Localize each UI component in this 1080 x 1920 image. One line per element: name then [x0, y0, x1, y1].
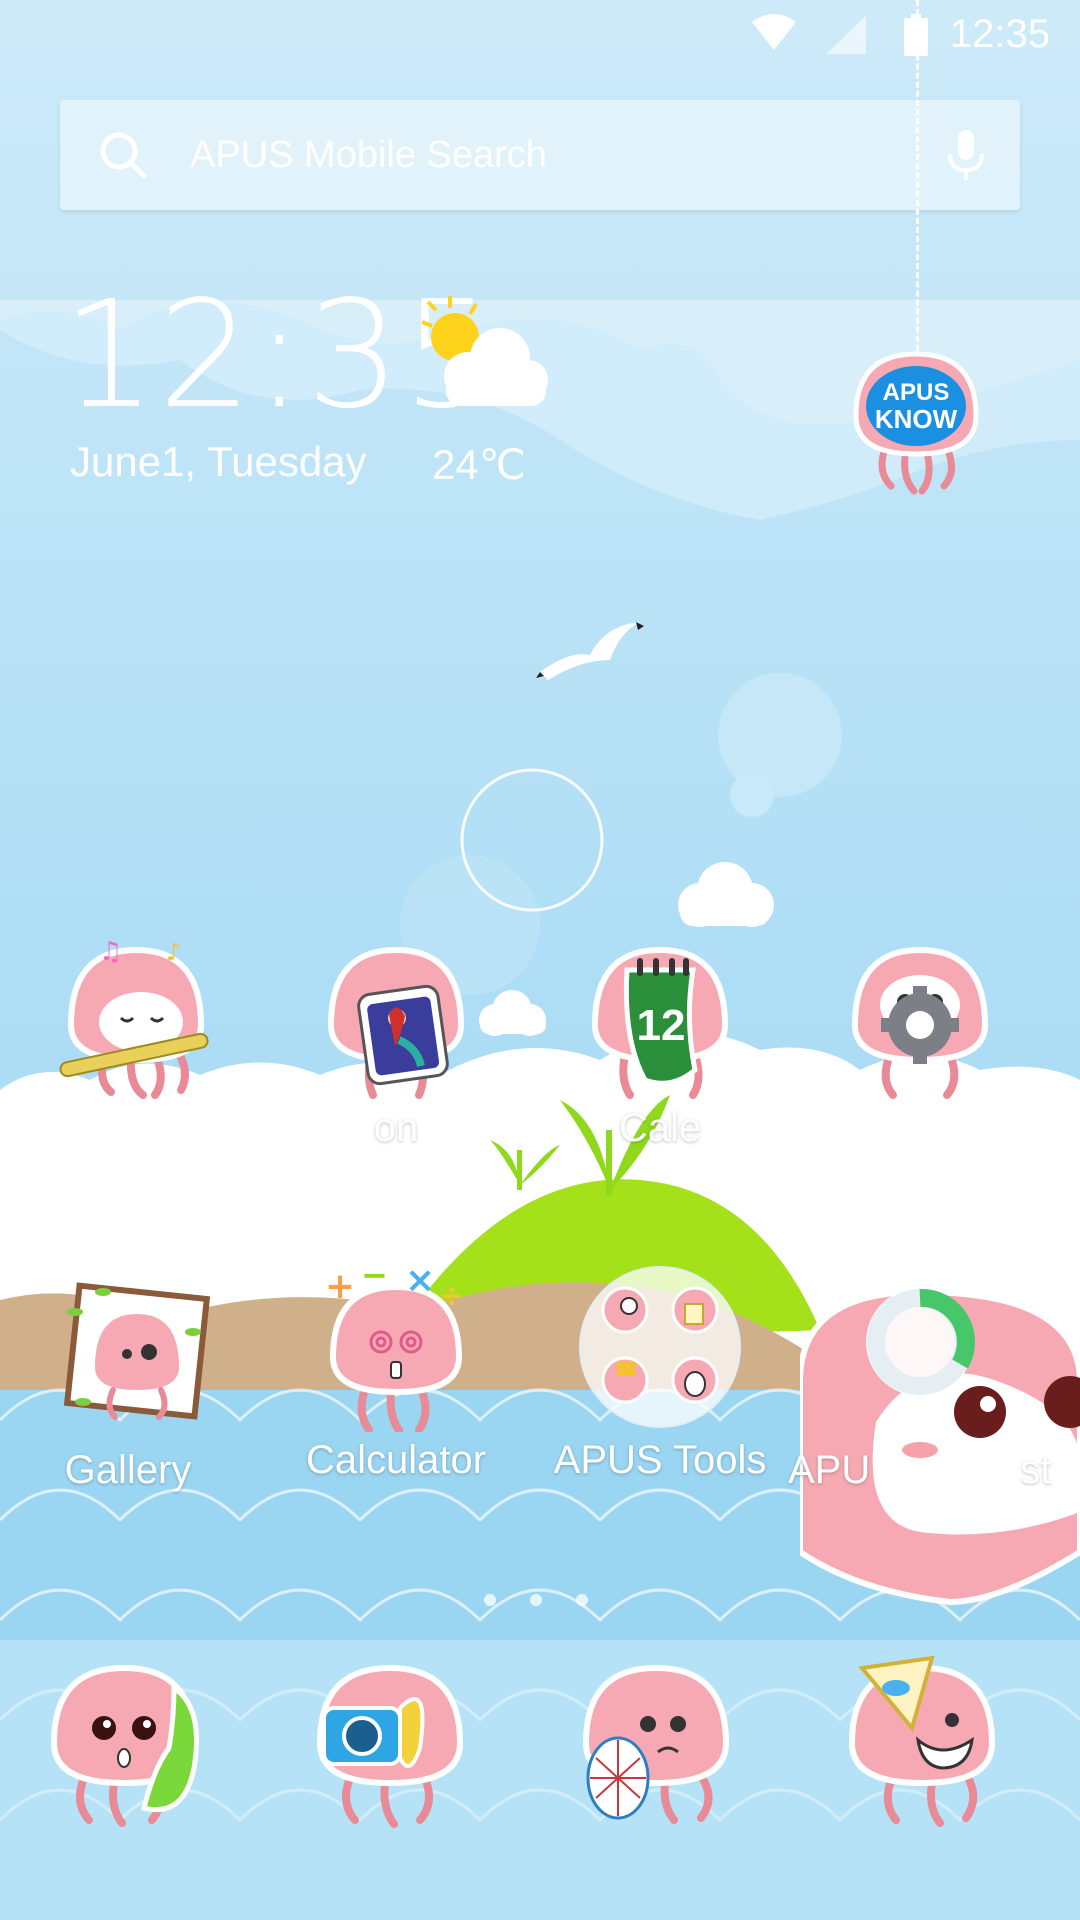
status-time: 12:35: [949, 12, 1050, 56]
icon-pack-label[interactable]: on: [276, 1106, 516, 1151]
apus-tools-label[interactable]: APUS Tools: [540, 1438, 780, 1483]
music-app[interactable]: ♫ ♪: [16, 930, 256, 1160]
search-placeholder[interactable]: APUS Mobile Search: [190, 134, 547, 177]
browser-icon[interactable]: [566, 1664, 746, 1832]
gallery-label[interactable]: Gallery: [8, 1448, 248, 1493]
widget-hang-string: [916, 0, 919, 360]
music-icon[interactable]: ♫ ♪: [51, 930, 221, 1105]
apus-booster-app[interactable]: APU st: [788, 1272, 1080, 1606]
wifi-icon: [752, 14, 796, 57]
booster-label[interactable]: APU st: [776, 1448, 1051, 1493]
partly-cloudy-icon[interactable]: [410, 292, 550, 417]
svg-text:×: ×: [405, 1262, 435, 1301]
svg-text:♪: ♪: [166, 938, 181, 966]
page-dot-3[interactable]: [576, 1594, 588, 1606]
mic-icon[interactable]: [946, 128, 986, 187]
calendar-icon[interactable]: 12: [575, 930, 745, 1105]
messages-icon[interactable]: [832, 1655, 1012, 1832]
home-screen: 12:35 APUS Mobile Search 12:35 June1, Tu…: [0, 0, 1080, 1920]
clock-date[interactable]: June1, Tuesday: [70, 438, 367, 486]
booster-icon[interactable]: [797, 1272, 1080, 1617]
calendar-label[interactable]: Cale: [540, 1106, 780, 1151]
settings-app[interactable]: [800, 930, 1040, 1160]
svg-text:+: +: [325, 1266, 355, 1307]
camera-dock-item[interactable]: [300, 1648, 500, 1838]
folder-icon[interactable]: [575, 1262, 745, 1437]
calculator-label[interactable]: Calculator: [276, 1438, 516, 1483]
browser-dock-item[interactable]: [566, 1648, 766, 1838]
signal-icon: [826, 16, 866, 59]
svg-text:−: −: [361, 1262, 388, 1294]
weather-temperature[interactable]: 24℃: [432, 440, 526, 489]
calendar-day: 12: [637, 1001, 686, 1050]
know-line2: KNOW: [875, 404, 958, 434]
mermaid-theme-icon[interactable]: [311, 930, 481, 1105]
page-dot-2[interactable]: [530, 1594, 542, 1606]
icon-pack-app[interactable]: on: [276, 930, 516, 1160]
booster-label-part2: st: [1020, 1448, 1052, 1492]
svg-text:♫: ♫: [99, 937, 122, 967]
messages-dock-item[interactable]: [832, 1648, 1032, 1838]
phone-icon[interactable]: [34, 1664, 214, 1832]
calendar-app[interactable]: 12 Cale: [540, 930, 780, 1160]
booster-label-part1: APU: [788, 1448, 871, 1492]
apus-tools-folder[interactable]: APUS Tools: [540, 1262, 780, 1492]
gallery-icon[interactable]: [43, 1272, 213, 1447]
svg-text:÷: ÷: [439, 1279, 464, 1314]
gear-icon[interactable]: [835, 930, 1005, 1105]
know-line1: APUS: [883, 379, 950, 406]
calculator-app[interactable]: + − × ÷ Calculator: [276, 1256, 516, 1492]
calculator-icon[interactable]: + − × ÷: [311, 1256, 481, 1437]
search-icon[interactable]: [98, 130, 148, 185]
page-dot-1[interactable]: [484, 1594, 496, 1606]
camera-icon[interactable]: [300, 1664, 480, 1832]
page-indicator[interactable]: [480, 1594, 600, 1608]
phone-dock-item[interactable]: [34, 1648, 234, 1838]
search-bar[interactable]: APUS Mobile Search: [60, 100, 1020, 210]
apus-know-widget[interactable]: APUS KNOW: [846, 346, 986, 501]
gallery-app[interactable]: Gallery: [8, 1272, 248, 1502]
